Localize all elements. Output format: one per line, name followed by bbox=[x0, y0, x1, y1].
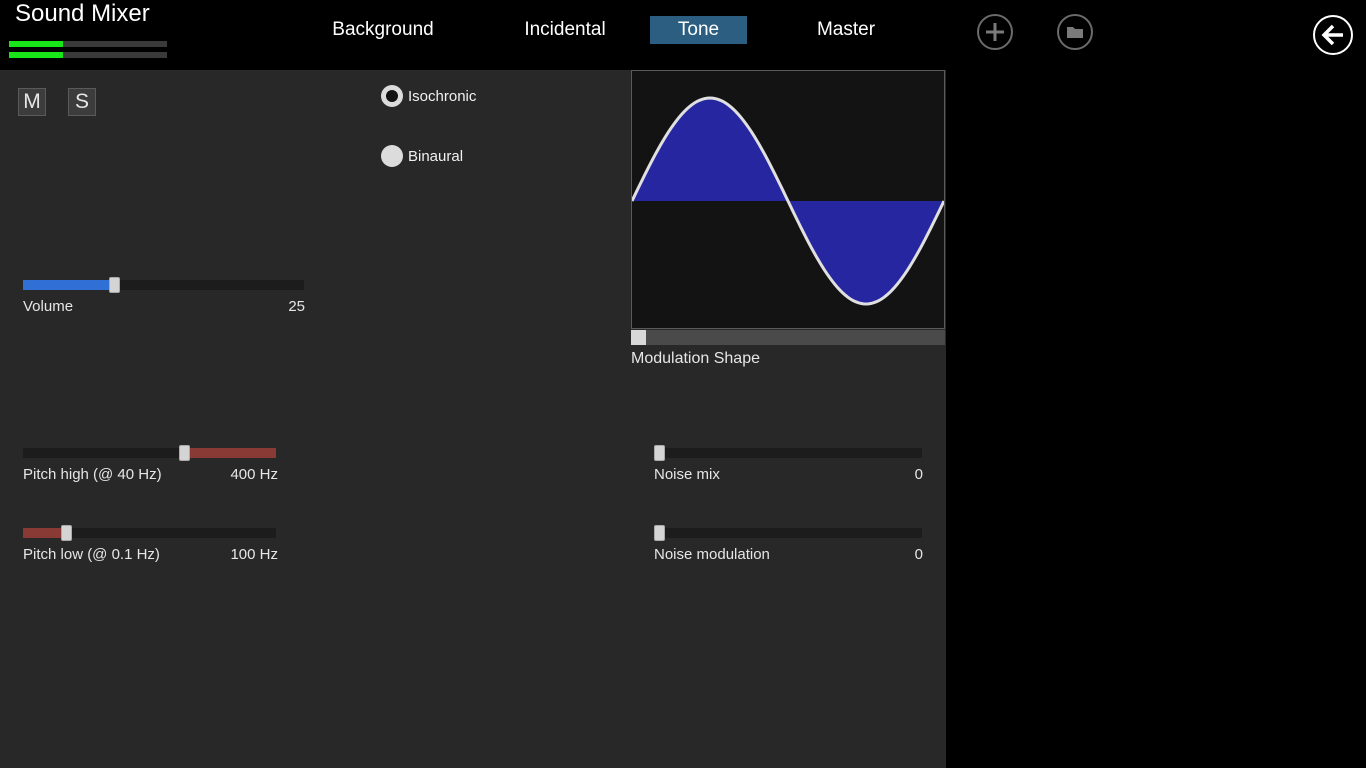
volume-slider-fill bbox=[23, 280, 114, 290]
tab-master[interactable]: Master bbox=[806, 16, 886, 44]
level-meter-right bbox=[9, 52, 167, 58]
noise-modulation-value: 0 bbox=[914, 546, 923, 563]
volume-slider[interactable] bbox=[23, 277, 304, 293]
level-meter-right-fill bbox=[9, 52, 63, 58]
volume-label: Volume bbox=[23, 298, 74, 315]
noise-modulation-slider-thumb[interactable] bbox=[654, 525, 665, 541]
pitch-low-slider-fill bbox=[23, 528, 66, 538]
noise-mix-slider-thumb[interactable] bbox=[654, 445, 665, 461]
pitch-high-slider-thumb[interactable] bbox=[179, 445, 190, 461]
open-button[interactable] bbox=[1057, 14, 1093, 50]
add-button[interactable] bbox=[977, 14, 1013, 50]
level-meter-left-fill bbox=[9, 41, 63, 47]
noise-mix-value: 0 bbox=[914, 466, 923, 483]
modulation-shape-slider[interactable] bbox=[631, 330, 945, 345]
back-button[interactable] bbox=[1313, 15, 1353, 55]
isochronic-radio[interactable] bbox=[381, 85, 403, 107]
tab-tone[interactable]: Tone bbox=[650, 16, 747, 44]
pitch-low-label: Pitch low (@ 0.1 Hz) bbox=[23, 546, 160, 563]
tab-incidental[interactable]: Incidental bbox=[510, 16, 620, 44]
level-meter-left bbox=[9, 41, 167, 47]
plus-icon bbox=[986, 23, 1004, 41]
app-title: Sound Mixer bbox=[15, 0, 150, 27]
pitch-high-label: Pitch high (@ 40 Hz) bbox=[23, 466, 162, 483]
noise-mix-label: Noise mix bbox=[654, 466, 720, 483]
pitch-high-slider[interactable] bbox=[23, 445, 276, 461]
mute-button[interactable]: M bbox=[18, 88, 46, 116]
volume-value: 25 bbox=[288, 298, 305, 315]
modulation-shape-label: Modulation Shape bbox=[631, 350, 760, 367]
noise-mix-slider[interactable] bbox=[654, 445, 922, 461]
noise-modulation-slider[interactable] bbox=[654, 525, 922, 541]
pitch-low-slider-thumb[interactable] bbox=[61, 525, 72, 541]
pitch-high-value: 400 Hz bbox=[230, 466, 278, 483]
isochronic-label: Isochronic bbox=[408, 88, 477, 105]
pitch-low-value: 100 Hz bbox=[230, 546, 278, 563]
pitch-low-slider[interactable] bbox=[23, 525, 276, 541]
folder-icon bbox=[1067, 27, 1083, 38]
back-arrow-icon bbox=[1321, 24, 1343, 46]
pitch-high-slider-fill bbox=[184, 448, 276, 458]
noise-modulation-label: Noise modulation bbox=[654, 546, 770, 563]
binaural-radio[interactable] bbox=[381, 145, 403, 167]
tab-background[interactable]: Background bbox=[322, 16, 444, 44]
modulation-waveform bbox=[632, 96, 944, 306]
modulation-shape-preview bbox=[631, 70, 945, 329]
solo-button[interactable]: S bbox=[68, 88, 96, 116]
volume-slider-thumb[interactable] bbox=[109, 277, 120, 293]
modulation-shape-slider-thumb[interactable] bbox=[631, 330, 646, 345]
binaural-label: Binaural bbox=[408, 148, 464, 165]
